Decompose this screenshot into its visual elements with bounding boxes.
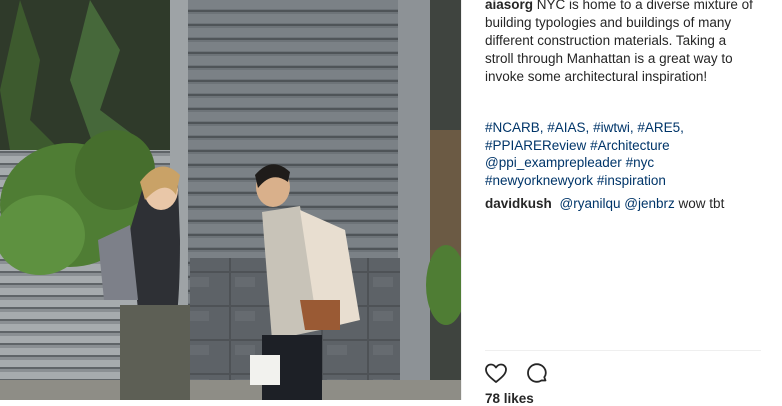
photo-scene	[0, 0, 461, 400]
post-caption: aiasorg NYC is home to a diverse mixture…	[485, 0, 755, 86]
likes-count[interactable]: 78 likes	[485, 391, 534, 406]
hashtag[interactable]: #PPIAREReview	[485, 138, 586, 153]
hashtag[interactable]: #iwtwi,	[593, 120, 634, 135]
hashtag[interactable]: #newyorknewyork	[485, 173, 593, 188]
hashtag[interactable]: #ARE5,	[637, 120, 684, 135]
hashtags: #NCARB, #AIAS, #iwtwi, #ARE5, #PPIARERev…	[485, 119, 755, 189]
hashtag[interactable]: #AIAS,	[547, 120, 589, 135]
heart-icon[interactable]	[484, 361, 508, 385]
caption-text: NYC is home to a diverse mixture of buil…	[485, 0, 757, 84]
mention[interactable]: @ppi_examprepleader	[485, 155, 622, 170]
post-username[interactable]: aiasorg	[485, 0, 533, 12]
comment-mention[interactable]: @ryanilqu	[560, 196, 621, 211]
comment: davidkush @ryanilqu @jenbrz wow tbt	[485, 195, 765, 212]
hashtag[interactable]: #NCARB,	[485, 120, 544, 135]
comment-username[interactable]: davidkush	[485, 196, 552, 211]
post-side-panel: aiasorg NYC is home to a diverse mixture…	[461, 0, 782, 406]
comment-mention[interactable]: @jenbrz	[624, 196, 674, 211]
post-photo[interactable]	[0, 0, 461, 400]
hashtag[interactable]: #Architecture	[590, 138, 670, 153]
hashtag[interactable]: #inspiration	[597, 173, 666, 188]
post-actions	[484, 361, 562, 385]
divider	[485, 350, 761, 351]
hashtag[interactable]: #nyc	[626, 155, 655, 170]
comment-bubble-icon[interactable]	[525, 361, 549, 385]
comment-text: wow tbt	[678, 196, 725, 211]
